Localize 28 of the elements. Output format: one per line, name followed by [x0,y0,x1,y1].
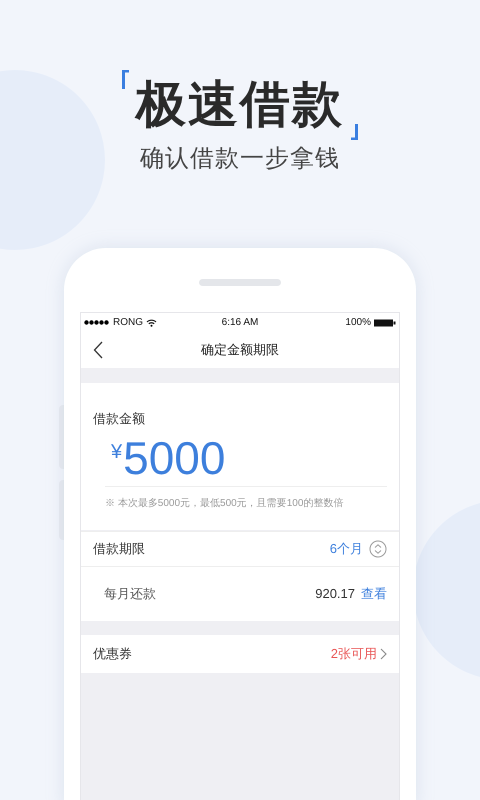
stepper-icon[interactable] [369,540,387,558]
amount-value[interactable]: 5000 [123,434,226,480]
coupon-row[interactable]: 优惠券 2张可用 [81,634,399,672]
row-value: 920.17 [315,584,355,603]
battery-percent: 100% [345,316,371,330]
speaker-icon [199,279,281,286]
term-row[interactable]: 借款期限 6个月 [81,530,399,566]
battery-icon [374,318,396,326]
back-icon[interactable] [93,341,103,359]
carrier-name: RONG [113,316,143,330]
term-value: 6个月 [330,540,363,558]
row-label: 优惠券 [93,644,133,663]
view-link[interactable]: 查看 [361,584,387,604]
headline: 极速借款 [136,75,344,134]
coupon-count: 2张可用 [330,644,377,663]
wifi-icon [146,318,157,326]
chevron-right-icon [380,648,387,660]
bracket-icon [122,70,130,90]
amount-label: 借款金额 [93,410,146,428]
status-time: 6:16 AM [220,316,260,330]
subtitle: 确认借款一步拿钱 [140,144,340,174]
screen-title: 确定金额期限 [201,341,279,360]
currency-symbol: ¥ [111,440,122,462]
row-label: 借款期限 [93,540,146,558]
amount-note: ※ 本次最多5000元，最低500元，且需要100的整数倍 [104,496,344,510]
bracket-icon [350,124,358,140]
signal-icon [84,320,110,325]
row-label: 每月还款 [104,584,157,603]
